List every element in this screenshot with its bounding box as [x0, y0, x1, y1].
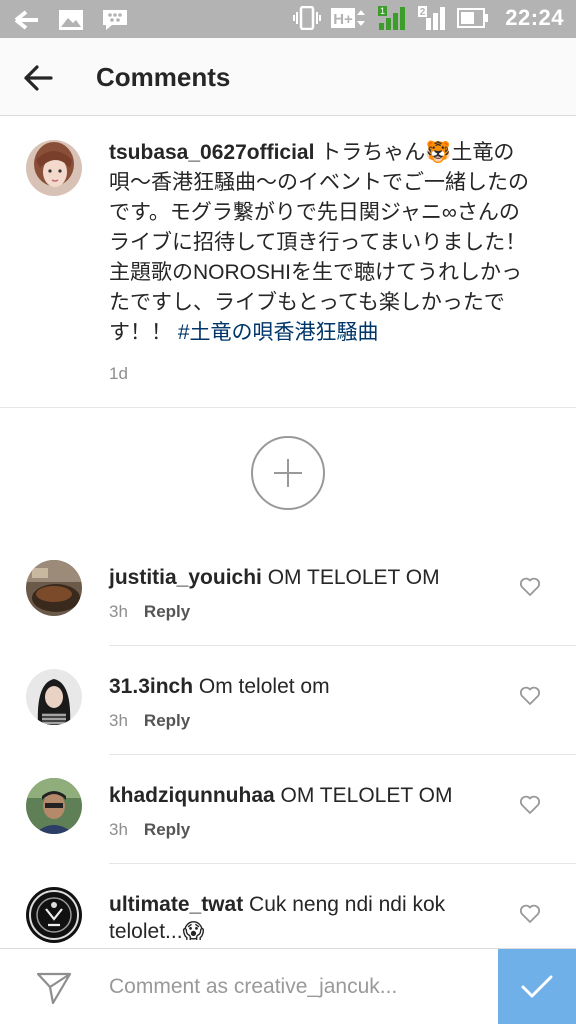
- heart-icon: [519, 577, 541, 596]
- reply-button[interactable]: Reply: [144, 602, 190, 622]
- checkmark-icon: [521, 975, 553, 998]
- comment-body: OM TELOLET OM: [261, 566, 440, 589]
- svg-text:2: 2: [420, 7, 426, 18]
- network-type-icon: H+: [331, 5, 367, 31]
- like-button[interactable]: [518, 794, 542, 816]
- heart-icon: [519, 904, 541, 923]
- comment-text: ultimate_twat Cuk neng ndi ndi kok telol…: [109, 891, 509, 945]
- caption: tsubasa_0627official トラちゃん🐯土竜の唄〜香港狂騒曲〜のイ…: [0, 116, 576, 408]
- comment-body: Om telolet om: [193, 675, 330, 698]
- comment-avatar[interactable]: [26, 669, 82, 725]
- comment-text: justitia_youichi OM TELOLET OM: [109, 564, 509, 592]
- post-comment-button[interactable]: [498, 949, 576, 1024]
- bbm-icon: [102, 7, 128, 33]
- header: Comments: [0, 38, 576, 116]
- comment-composer: [0, 948, 576, 1024]
- comment-item: justitia_youichi OM TELOLET OM 3h Reply: [0, 548, 576, 656]
- caption-hashtag[interactable]: #土竜の唄香港狂騒曲: [178, 321, 379, 344]
- divider: [109, 645, 576, 646]
- comment-avatar[interactable]: [26, 560, 82, 616]
- comment-username[interactable]: ultimate_twat: [109, 893, 243, 916]
- plus-circle-icon: [274, 459, 302, 487]
- like-button[interactable]: [518, 576, 542, 598]
- comment-item: 31.3inch Om telolet om 3h Reply: [0, 657, 576, 765]
- comment-text: 31.3inch Om telolet om: [109, 673, 509, 701]
- direct-share-button[interactable]: [34, 969, 74, 1007]
- comment-meta: 3h Reply: [109, 602, 190, 622]
- heart-icon: [519, 795, 541, 814]
- comment-username[interactable]: justitia_youichi: [109, 566, 262, 589]
- caption-timestamp: 1d: [109, 364, 128, 383]
- paper-plane-icon: [36, 972, 72, 1005]
- comment-item: khadziqunnuhaa OM TELOLET OM 3h Reply: [0, 766, 576, 874]
- comment-timestamp: 3h: [109, 711, 128, 730]
- kk-app-icon: [14, 7, 40, 33]
- caption-text: tsubasa_0627official トラちゃん🐯土竜の唄〜香港狂騒曲〜のイ…: [109, 138, 529, 348]
- signal-sim2-icon: 2: [417, 5, 447, 31]
- gallery-icon: [58, 7, 84, 33]
- caption-body: トラちゃん🐯土竜の唄〜香港狂騒曲〜のイベントでご一緒したのです。モグラ繋がりで先…: [109, 141, 529, 344]
- comment-meta: 3h Reply: [109, 711, 190, 731]
- page-title: Comments: [96, 62, 231, 92]
- reply-button[interactable]: Reply: [144, 711, 190, 731]
- comment-avatar[interactable]: [26, 887, 82, 943]
- vibrate-icon: [293, 5, 322, 31]
- like-button[interactable]: [518, 685, 542, 707]
- status-bar: H+ 1 2 22:24: [0, 0, 576, 38]
- caption-username[interactable]: tsubasa_0627official: [109, 141, 314, 164]
- divider: [109, 863, 576, 864]
- comment-text: khadziqunnuhaa OM TELOLET OM: [109, 782, 509, 810]
- reply-button[interactable]: Reply: [144, 820, 190, 840]
- comment-avatar[interactable]: [26, 778, 82, 834]
- status-time: 22:24: [505, 5, 564, 30]
- comment-timestamp: 3h: [109, 602, 128, 621]
- like-button[interactable]: [518, 903, 542, 925]
- svg-text:H+: H+: [333, 11, 353, 28]
- comment-timestamp: 3h: [109, 820, 128, 839]
- comment-username[interactable]: khadziqunnuhaa: [109, 784, 275, 807]
- svg-text:1: 1: [380, 6, 385, 16]
- comment-username[interactable]: 31.3inch: [109, 675, 193, 698]
- caption-avatar[interactable]: [26, 140, 82, 196]
- comment-body: OM TELOLET OM: [274, 784, 453, 807]
- comment-input[interactable]: [109, 971, 479, 1003]
- comment-meta: 3h Reply: [109, 820, 190, 840]
- back-button[interactable]: [18, 58, 58, 98]
- heart-icon: [519, 686, 541, 705]
- battery-icon: [457, 5, 489, 31]
- divider: [109, 754, 576, 755]
- load-more-comments-button[interactable]: [251, 436, 325, 510]
- signal-sim1-icon: 1: [377, 5, 407, 31]
- arrow-left-icon: [24, 65, 53, 91]
